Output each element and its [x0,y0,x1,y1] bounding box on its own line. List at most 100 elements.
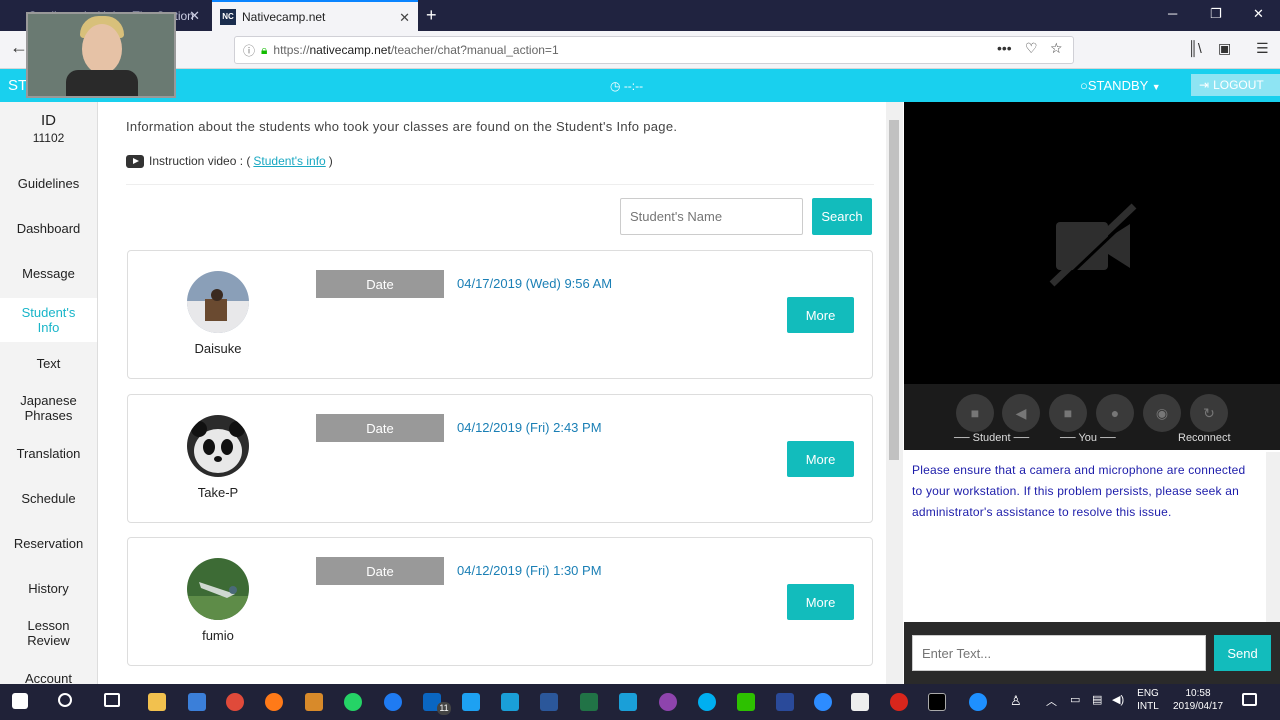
system-message: Please ensure that a camera and micropho… [904,452,1266,622]
app-icon[interactable] [619,693,637,711]
url-bar[interactable]: ⓘ 🔒︎ https://nativecamp.net/teacher/chat… [234,36,1074,64]
volume-icon[interactable]: ◀) [1112,693,1130,711]
webcam-shirt [66,70,138,96]
app-icon[interactable] [305,693,323,711]
sidebar-item-history[interactable]: History [0,581,97,596]
microphone-icon[interactable]: ● [1096,394,1134,432]
search-icon[interactable] [58,693,72,707]
page-actions-icon[interactable]: ••• [997,40,1012,56]
pocket-icon[interactable]: ♡ [1025,40,1038,57]
window-close-icon[interactable]: ✕ [1253,6,1264,22]
skype-icon[interactable] [698,693,716,711]
minimize-icon[interactable]: ─ [1168,6,1177,21]
app-header: ST ◷ --:-- ○STANDBY ▼ ⇥ LOGOUT [0,69,1280,102]
logout-button[interactable]: ⇥ LOGOUT [1191,74,1280,96]
input-language[interactable]: ENG INTL [1132,687,1164,713]
sidebar-item-reservation[interactable]: Reservation [0,536,97,551]
lang-top: ENG [1137,688,1159,699]
clock[interactable]: 10:58 2019/04/17 [1168,687,1228,713]
tab-close-icon[interactable]: ✕ [399,10,410,26]
reconnect-icon[interactable]: ↻ [1190,394,1228,432]
more-button[interactable]: More [787,297,854,333]
main-scrollbar[interactable] [886,102,903,684]
network-icon[interactable]: ▤ [1092,693,1110,711]
sidebar-item-guidelines[interactable]: Guidelines [0,176,97,191]
student-card: fumio Date 04/12/2019 (Fri) 1:30 PM More [127,537,873,666]
scrollbar-thumb[interactable] [889,120,899,460]
message-scrollbar[interactable] [1266,452,1280,622]
sidebar: ID 11102 Guidelines Dashboard Message St… [0,102,97,686]
terminal-icon[interactable] [928,693,946,711]
chat-input[interactable] [912,635,1206,671]
restore-icon[interactable]: ❐ [1210,6,1222,22]
bookmark-star-icon[interactable]: ☆ [1050,40,1063,57]
sidebar-item-translation[interactable]: Translation [0,446,97,461]
whatsapp-icon[interactable] [344,693,362,711]
library-icon[interactable]: ║\ [1188,40,1202,56]
twitter-icon[interactable] [462,693,480,711]
sidebar-item-japanese-phrases[interactable]: Japanese Phrases [0,393,97,423]
student-name-search-input[interactable] [620,198,803,235]
divider [126,184,874,185]
app-icon[interactable] [501,693,519,711]
battery-icon[interactable]: ▭ [1070,693,1088,711]
help-icon[interactable] [969,693,987,711]
students-info-video-link[interactable]: Student's info [253,154,325,168]
student-name: Daisuke [194,341,242,356]
menu-icon[interactable]: ☰ [1256,40,1269,57]
sidebar-item-message[interactable]: Message [0,266,97,281]
search-button[interactable]: Search [812,198,872,235]
recorder-icon[interactable] [890,693,908,711]
lang-bottom: INTL [1137,701,1159,712]
excel-icon[interactable] [580,693,598,711]
student-card: Take-P Date 04/12/2019 (Fri) 2:43 PM Mor… [127,394,873,523]
reconnect-label: Reconnect [1178,432,1231,444]
timer-value: --:-- [623,79,644,93]
sidebar-item-lesson-review[interactable]: Lesson Review [0,618,97,648]
messenger-icon[interactable] [384,693,402,711]
wechat-icon[interactable] [737,693,755,711]
student-card: Daisuke Date 04/17/2019 (Wed) 9:56 AM Mo… [127,250,873,379]
logout-icon: ⇥ [1199,78,1210,92]
windows-start-icon[interactable] [12,693,28,709]
date-badge: Date [316,557,444,585]
student-camera-icon[interactable]: ■ [956,394,994,432]
sidebar-item-schedule[interactable]: Schedule [0,491,97,506]
people-icon[interactable]: ♙ [1010,693,1028,711]
sidebar-item-students-info[interactable]: Student's Info [0,298,97,342]
browser-tab-active[interactable]: NC Nativecamp.net ✕ [212,0,418,31]
windows-taskbar: 11 ♙ ︿ ▭ ▤ ◀) ENG INTL 10:58 2019/04/17 [0,684,1280,720]
student-avatar[interactable] [187,271,249,333]
sidebar-item-dashboard[interactable]: Dashboard [0,221,97,236]
chevron-up-icon[interactable]: ︿ [1046,693,1064,711]
task-view-icon[interactable] [104,693,120,707]
maps-icon[interactable] [659,693,677,711]
instruction-suffix: ) [328,154,333,168]
chevron-down-icon: ▼ [1151,82,1161,92]
chrome-icon[interactable] [226,693,244,711]
student-avatar[interactable] [187,558,249,620]
tab-close-icon[interactable]: ✕ [189,8,200,24]
sidebar-item-text[interactable]: Text [0,356,97,371]
standby-dropdown[interactable]: ○STANDBY ▼ [1080,78,1161,93]
send-button[interactable]: Send [1214,635,1271,671]
file-explorer-icon[interactable] [148,693,166,711]
sidebar-toggle-icon[interactable]: ▣ [1218,40,1231,57]
word-icon[interactable] [540,693,558,711]
info-icon[interactable]: ⓘ [243,42,255,59]
editor-icon[interactable] [851,693,869,711]
store-icon[interactable] [188,693,206,711]
notifications-icon[interactable] [1242,693,1257,706]
more-button[interactable]: More [787,441,854,477]
firefox-icon[interactable] [265,693,283,711]
snapshot-camera-icon[interactable]: ◉ [1143,394,1181,432]
student-avatar[interactable] [187,415,249,477]
teacher-id: ID 11102 [0,112,97,145]
app-icon[interactable] [776,693,794,711]
new-tab-button[interactable]: + [426,5,437,26]
more-button[interactable]: More [787,584,854,620]
my-camera-icon[interactable]: ■ [1049,394,1087,432]
camera-off-icon [1049,203,1140,290]
zoom-icon[interactable] [814,693,832,711]
student-speaker-icon[interactable]: ◀ [1002,394,1040,432]
